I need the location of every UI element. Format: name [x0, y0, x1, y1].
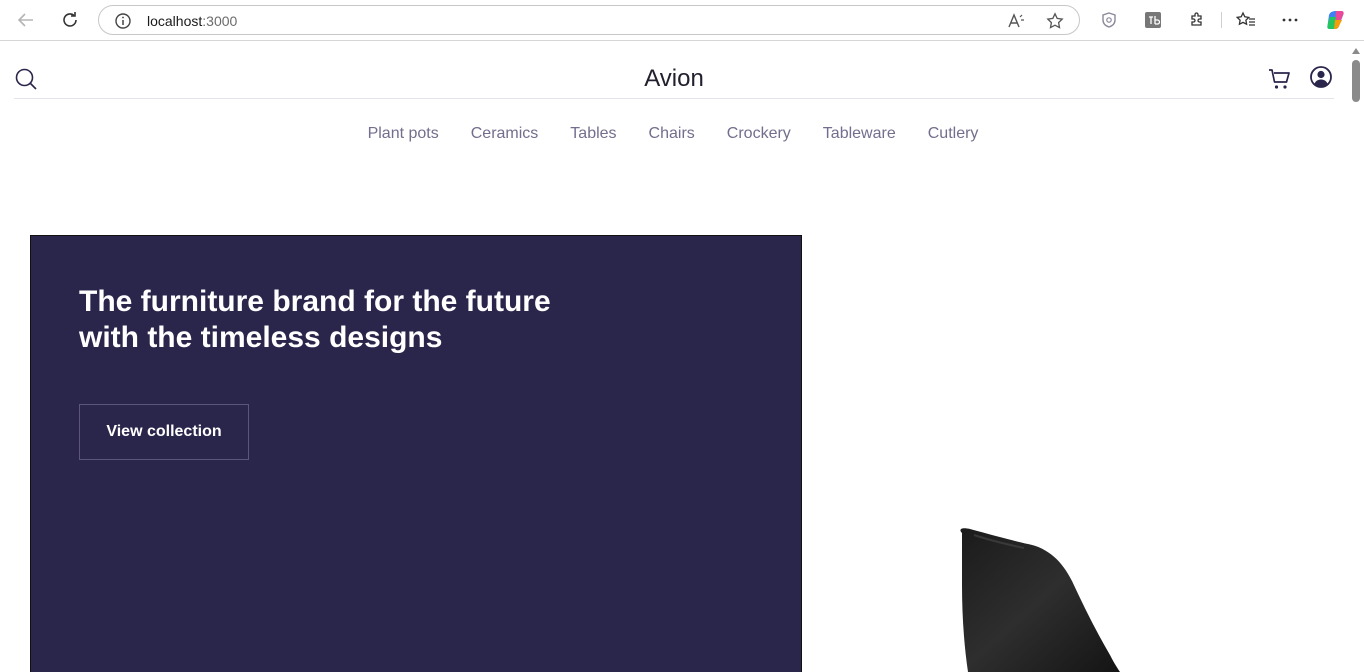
star-icon[interactable] [1045, 11, 1065, 31]
cart-icon [1269, 69, 1290, 89]
url-host: localhost [147, 13, 203, 29]
nav-item-plant-pots[interactable]: Plant pots [368, 125, 439, 143]
user-account-button[interactable] [1310, 66, 1332, 88]
shield-extension-icon[interactable] [1098, 9, 1120, 31]
hero-chair-image [802, 235, 1342, 672]
brand-logo[interactable]: Avion [14, 65, 1334, 93]
view-collection-button[interactable]: View collection [79, 404, 249, 460]
chair-illustration [960, 528, 1120, 672]
read-aloud-icon[interactable] [1006, 11, 1026, 31]
favorites-icon[interactable] [1235, 9, 1257, 31]
browser-toolbar: localhost:3000 [0, 0, 1364, 41]
nav-item-ceramics[interactable]: Ceramics [471, 125, 539, 143]
url-port: :3000 [202, 13, 238, 29]
reload-button[interactable] [57, 8, 83, 32]
scroll-up-arrow-icon[interactable] [1352, 48, 1360, 54]
scroll-thumb[interactable] [1352, 60, 1360, 102]
nav-item-cutlery[interactable]: Cutlery [928, 125, 979, 143]
nav-item-chairs[interactable]: Chairs [649, 125, 695, 143]
back-button[interactable] [13, 8, 39, 32]
site-header: Avion [14, 42, 1334, 99]
user-icon [1310, 66, 1332, 88]
nav-item-tables[interactable]: Tables [570, 125, 616, 143]
hero-banner: The furniture brand for the future with … [30, 235, 802, 672]
more-menu-icon[interactable] [1279, 9, 1301, 31]
category-nav: Plant pots Ceramics Tables Chairs Crocke… [0, 125, 1346, 143]
cart-button[interactable] [1268, 67, 1292, 91]
hero-title: The furniture brand for the future with … [79, 285, 551, 354]
toolbar-divider [1221, 12, 1222, 28]
nav-item-tableware[interactable]: Tableware [823, 125, 896, 143]
back-arrow-icon [17, 13, 33, 27]
copilot-icon[interactable] [1325, 9, 1347, 31]
url-text[interactable]: localhost:3000 [147, 13, 237, 29]
extensions-puzzle-icon[interactable] [1186, 9, 1208, 31]
address-bar[interactable]: localhost:3000 [98, 5, 1080, 35]
tb-extension-icon[interactable] [1142, 9, 1164, 31]
nav-item-crockery[interactable]: Crockery [727, 125, 791, 143]
info-icon[interactable] [114, 12, 132, 35]
reload-icon [63, 12, 77, 27]
page-scrollbar[interactable] [1348, 42, 1364, 672]
